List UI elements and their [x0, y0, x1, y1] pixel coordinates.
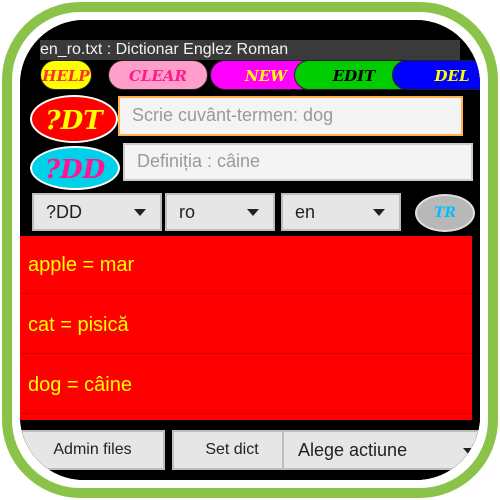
chevron-down-icon [463, 448, 475, 455]
definition-input[interactable]: Definiția : câine [123, 143, 473, 181]
to-language-select[interactable]: en [281, 193, 401, 231]
dictionary-app: en_ro.txt : Dictionar Englez Roman HELP … [20, 20, 480, 480]
search-definition-button[interactable]: ?DD [30, 146, 120, 190]
clear-button[interactable]: CLEAR [108, 60, 208, 90]
list-item[interactable]: dog = câine [20, 356, 472, 414]
set-dict-button[interactable]: Set dict [172, 430, 292, 470]
action-select[interactable]: Alege actiune [282, 430, 480, 470]
delete-button[interactable]: DEL [392, 60, 480, 90]
app-icon-frame: en_ro.txt : Dictionar Englez Roman HELP … [2, 2, 498, 498]
list-item[interactable]: apple = mar [20, 236, 472, 294]
chevron-down-icon [134, 209, 146, 216]
term-input[interactable]: Scrie cuvânt-termen: dog [118, 96, 463, 136]
mode-select-value: ?DD [46, 202, 83, 222]
results-list: apple = mar cat = pisică dog = câine [20, 236, 472, 420]
help-button[interactable]: HELP [40, 60, 92, 90]
from-language-value: ro [179, 202, 196, 222]
mode-select[interactable]: ?DD [32, 193, 162, 231]
admin-files-button[interactable]: Admin files [20, 430, 165, 470]
bottom-bar: Admin files Set dict Alege actiune [20, 420, 480, 480]
to-language-value: en [295, 202, 316, 222]
from-language-select[interactable]: ro [165, 193, 275, 231]
search-term-button[interactable]: ?DT [30, 95, 118, 143]
chevron-down-icon [247, 209, 259, 216]
chevron-down-icon [373, 209, 385, 216]
app-screen: en_ro.txt : Dictionar Englez Roman HELP … [20, 20, 480, 480]
window-title: en_ro.txt : Dictionar Englez Roman [40, 40, 460, 60]
selector-row: ?DD ro en TR [20, 188, 480, 236]
action-select-value: Alege actiune [298, 440, 408, 460]
toolbar: HELP CLEAR NEW EDIT DEL [30, 60, 480, 92]
list-item[interactable]: cat = pisică [20, 296, 472, 354]
translate-button[interactable]: TR [415, 194, 475, 232]
